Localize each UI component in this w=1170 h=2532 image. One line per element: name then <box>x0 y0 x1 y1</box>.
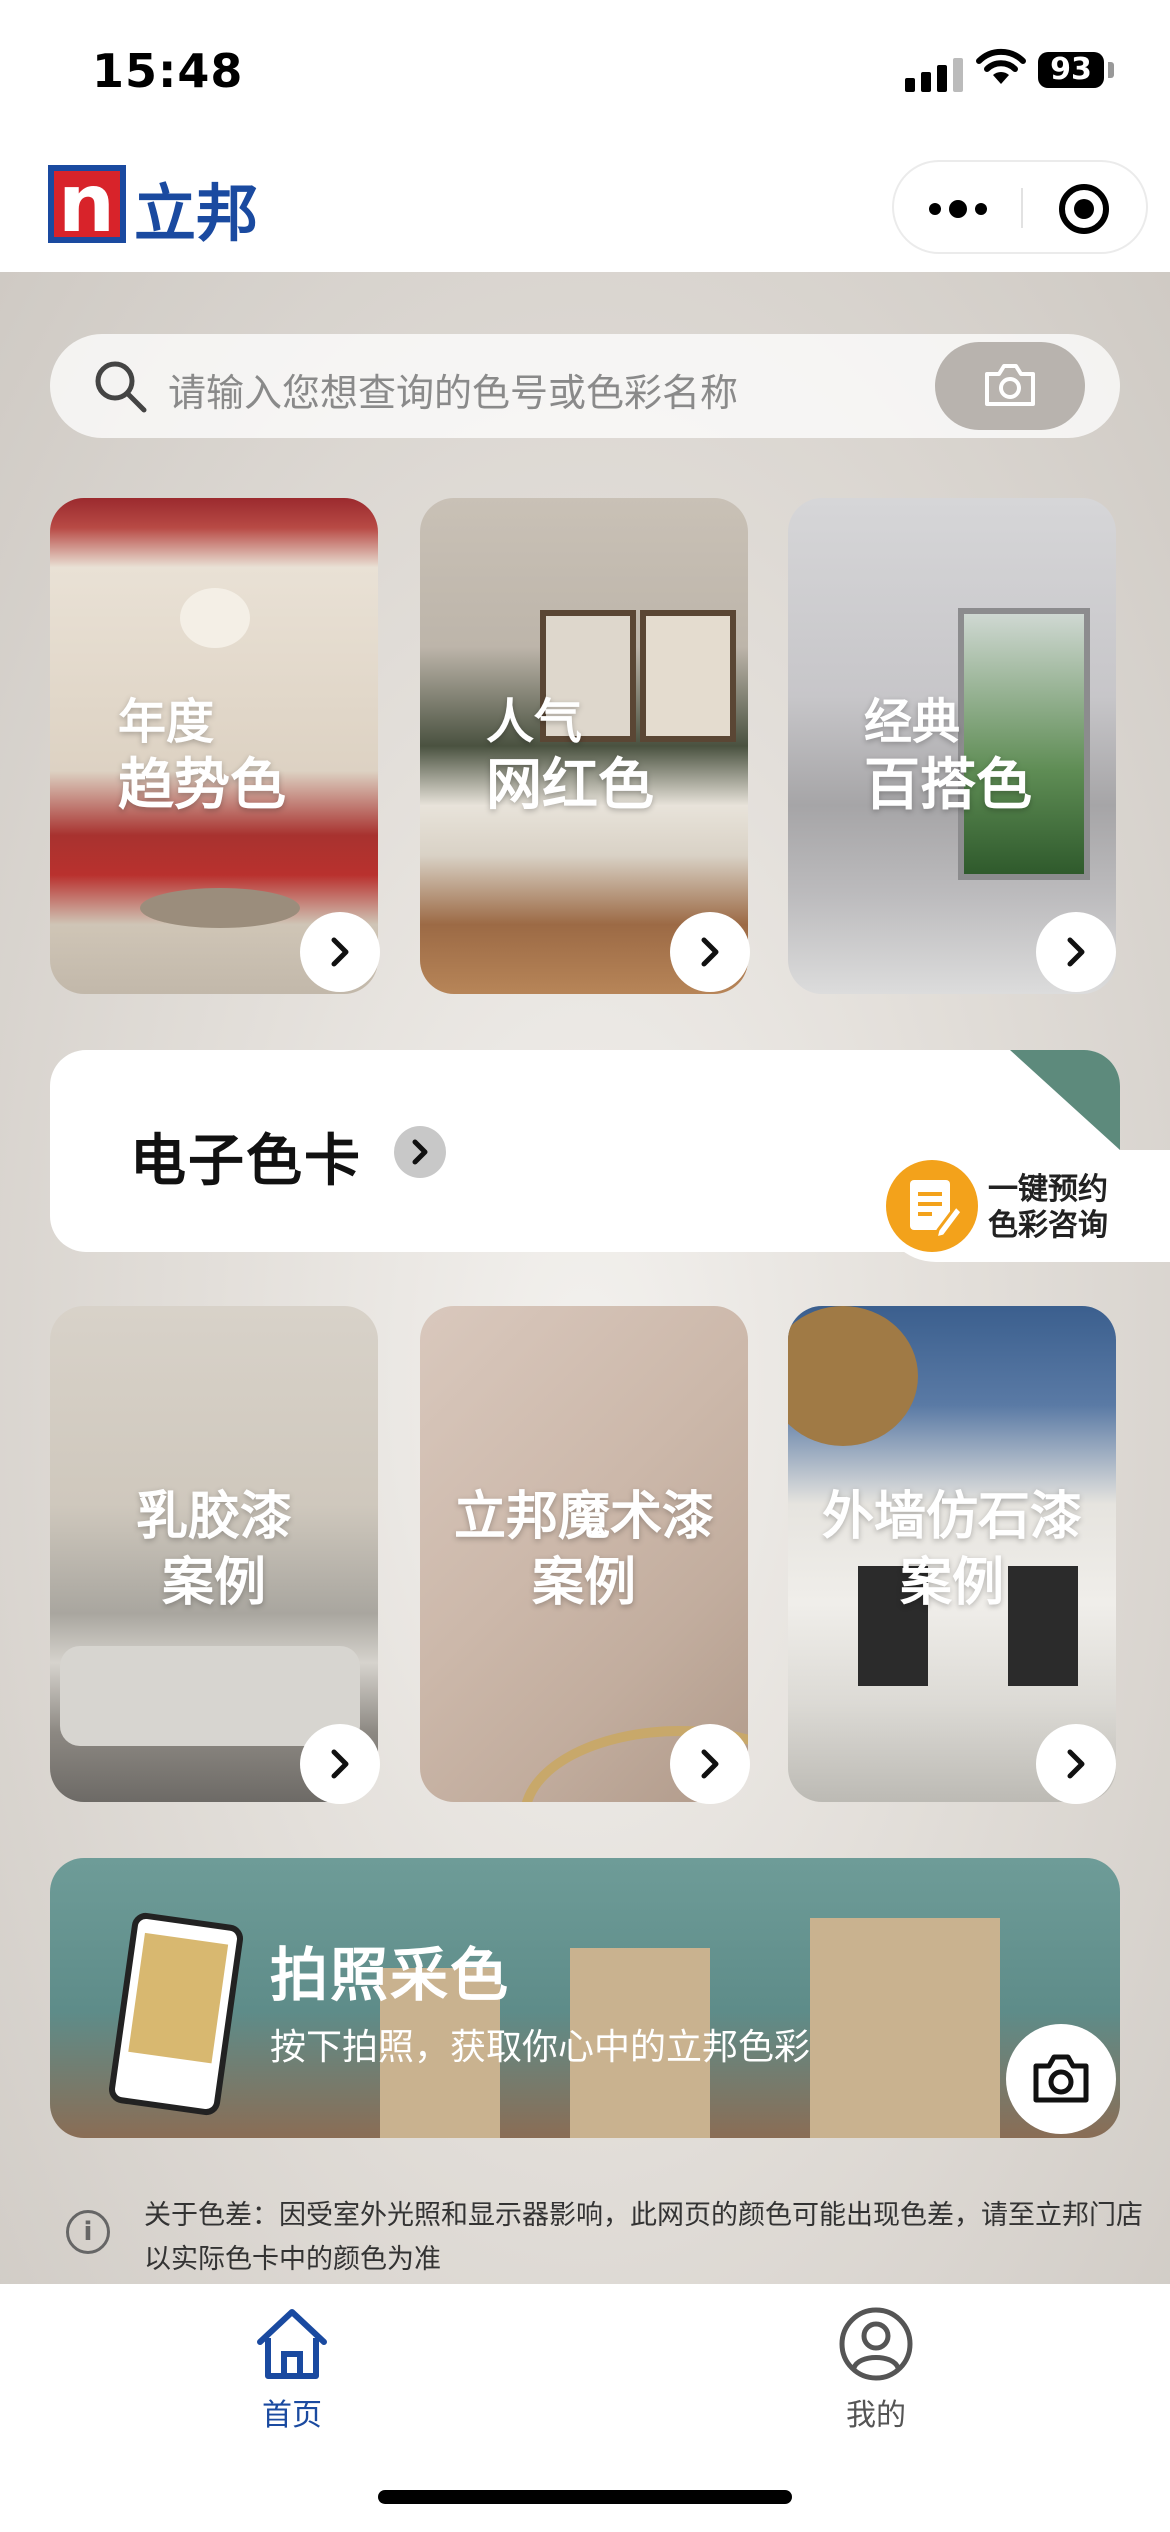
case-card-exterior-arrow[interactable] <box>1036 1724 1116 1804</box>
card-line2: 百搭色 <box>864 753 1032 818</box>
color-card-trend-arrow[interactable] <box>300 912 380 992</box>
case-title: 乳胶漆 案例 <box>50 1484 378 1616</box>
capsule-divider <box>1021 188 1023 228</box>
more-icon[interactable] <box>929 200 987 218</box>
search-placeholder: 请输入您想查询的色号或色彩名称 <box>168 371 739 415</box>
case-title: 立邦魔术漆 案例 <box>420 1484 748 1616</box>
info-icon: i <box>66 2210 110 2254</box>
status-bar: 15:48 93 <box>0 0 1170 150</box>
case-line2: 案例 <box>899 1553 1004 1613</box>
user-icon <box>839 2307 913 2381</box>
table-image <box>140 888 300 928</box>
chevron-right-icon <box>1067 1749 1085 1779</box>
photo-color-picker-banner[interactable]: 拍照采色 按下拍照，获取你心中的立邦色彩 <box>50 1858 1120 2138</box>
case-line2: 案例 <box>531 1553 636 1613</box>
consult-line2: 色彩咨询 <box>988 1208 1108 1243</box>
tab-home[interactable]: 首页 <box>192 2298 392 2433</box>
tree-image <box>788 1306 918 1446</box>
tab-mine-label: 我的 <box>846 2398 906 2433</box>
home-indicator <box>378 2490 792 2504</box>
wall-art-image-2 <box>640 610 736 742</box>
cellular-signal-icon <box>905 52 963 92</box>
chevron-right-icon <box>1067 937 1085 967</box>
photo-banner-title: 拍照采色 <box>270 1941 511 2009</box>
corner-decoration <box>1010 1050 1120 1150</box>
photo-banner-subtitle: 按下拍照，获取你心中的立邦色彩 <box>270 2027 811 2068</box>
search-camera-button[interactable] <box>935 342 1085 430</box>
book-consultation-button[interactable]: 一键预约 色彩咨询 <box>880 1150 1170 1262</box>
camera-icon <box>1033 2054 1089 2103</box>
case-card-latex-arrow[interactable] <box>300 1724 380 1804</box>
camera-icon <box>985 364 1035 406</box>
swatch-chevron <box>394 1126 446 1178</box>
pendant-lamp-image <box>180 588 250 648</box>
tab-home-label: 首页 <box>262 2398 322 2433</box>
chevron-right-icon <box>331 937 349 967</box>
battery-icon: 93 <box>1038 52 1104 88</box>
brand-name: 立邦 <box>134 177 259 250</box>
chevron-right-icon <box>331 1749 349 1779</box>
logo-letter: n <box>58 157 115 250</box>
phone-illustration-icon <box>107 1911 245 2117</box>
case-card-magic-arrow[interactable] <box>670 1724 750 1804</box>
color-card-classic-arrow[interactable] <box>1036 912 1116 992</box>
consult-label: 一键预约 色彩咨询 <box>988 1172 1108 1244</box>
home-icon <box>257 2309 327 2379</box>
case-line2: 案例 <box>161 1553 266 1613</box>
battery-cap <box>1108 62 1114 78</box>
wifi-icon <box>976 48 1026 84</box>
card-line2: 趋势色 <box>118 753 286 818</box>
chevron-right-icon <box>701 1749 719 1779</box>
form-pencil-icon <box>886 1160 978 1252</box>
case-line1: 立邦魔术漆 <box>453 1487 714 1547</box>
consult-line1: 一键预约 <box>988 1172 1108 1207</box>
case-title: 外墙仿石漆 案例 <box>788 1484 1116 1616</box>
case-line1: 外墙仿石漆 <box>821 1487 1082 1547</box>
search-bar[interactable]: 请输入您想查询的色号或色彩名称 <box>50 334 1120 438</box>
take-photo-button[interactable] <box>1006 2024 1116 2134</box>
door-image-3 <box>810 1918 1000 2138</box>
status-time: 15:48 <box>92 44 244 98</box>
close-miniprogram-icon[interactable] <box>1059 184 1109 234</box>
swatch-title: 电子色卡 <box>130 1129 362 1194</box>
search-icon <box>95 361 147 413</box>
miniprogram-capsule <box>892 160 1148 254</box>
brand-logo-icon: n <box>48 157 126 250</box>
case-line1: 乳胶漆 <box>135 1487 292 1547</box>
card-line2: 网红色 <box>486 753 654 818</box>
chevron-right-icon <box>412 1139 428 1165</box>
chevron-right-icon <box>701 937 719 967</box>
notice-text: 关于色差：因受室外光照和显示器影响，此网页的颜色可能出现色差，请至立邦门店以实际… <box>144 2200 1143 2275</box>
tab-mine[interactable]: 我的 <box>776 2298 976 2433</box>
color-card-popular-arrow[interactable] <box>670 912 750 992</box>
